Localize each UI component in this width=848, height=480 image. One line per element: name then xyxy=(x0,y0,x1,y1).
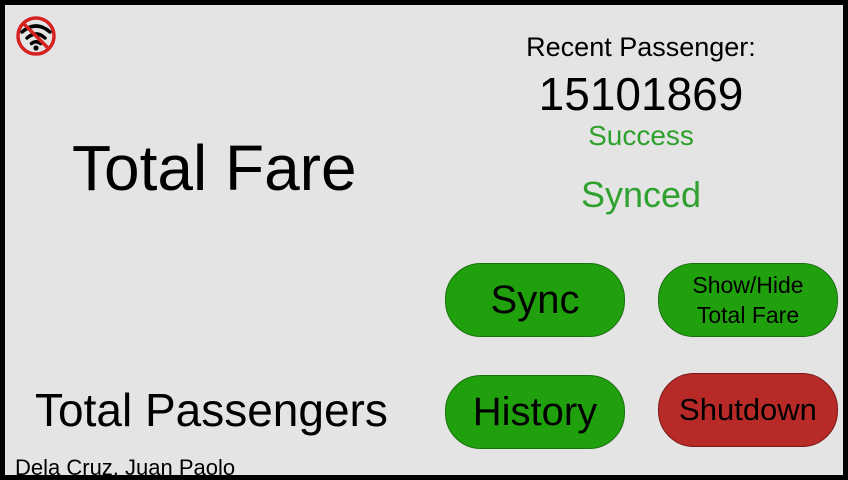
scan-status-text: Success xyxy=(588,120,694,151)
recent-passenger-id: 15101869 xyxy=(538,68,744,120)
show-hide-total-fare-button[interactable]: Show/Hide Total Fare xyxy=(658,263,838,337)
shutdown-button[interactable]: Shutdown xyxy=(658,373,838,447)
history-button[interactable]: History xyxy=(445,375,625,449)
sync-status-text: Synced xyxy=(580,174,702,215)
author-label: Dela Cruz, Juan Paolo xyxy=(15,455,236,480)
kiosk-screen: Total Fare Total Passengers Dela Cruz, J… xyxy=(0,0,848,480)
sync-button[interactable]: Sync xyxy=(445,263,625,337)
wifi-off-icon xyxy=(13,13,59,59)
recent-passenger-heading: Recent Passenger: xyxy=(526,32,756,62)
total-fare-label: Total Fare xyxy=(72,132,357,204)
total-passengers-label: Total Passengers xyxy=(35,384,388,436)
